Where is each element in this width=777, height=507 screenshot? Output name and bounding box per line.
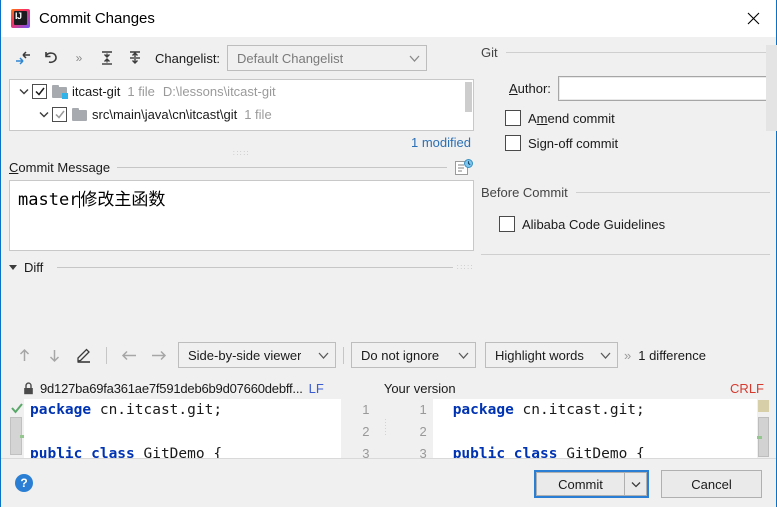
- previous-difference-icon[interactable]: [9, 342, 39, 368]
- chevron-down-icon: [399, 55, 420, 62]
- tree-row[interactable]: src\main\java\cn\itcast\git 1 file: [10, 103, 473, 126]
- author-row: Author:: [481, 76, 770, 101]
- diff-file-headers: 9d127ba69fa361ae7f591deb6b9d07660debff..…: [9, 377, 770, 399]
- chevron-down-icon: [308, 352, 329, 359]
- line-number: 1: [362, 402, 370, 417]
- amend-commit-checkbox-row[interactable]: Amend commit: [481, 110, 770, 126]
- close-icon[interactable]: [730, 0, 776, 37]
- tree-node-count: 1 file: [244, 107, 272, 122]
- expand-all-icon[interactable]: [93, 45, 121, 71]
- collapse-to-left-icon[interactable]: [9, 45, 37, 71]
- commit-message-label: Commit Message: [9, 160, 111, 175]
- diff-toolbar: Side-by-side viewer Do not ignore Highli…: [9, 338, 770, 372]
- ignore-mode-value: Do not ignore: [361, 347, 440, 363]
- folder-icon: [52, 85, 68, 99]
- tree-node-name: src\main\java\cn\itcast\git: [92, 107, 238, 122]
- chevron-down-icon: [590, 352, 611, 359]
- changelist-label: Changelist:: [155, 51, 220, 66]
- author-label: Author:: [509, 81, 551, 96]
- alibaba-guidelines-label: Alibaba Code Guidelines: [522, 216, 666, 232]
- amend-commit-checkbox[interactable]: [505, 110, 521, 126]
- amend-commit-label: Amend commit: [528, 110, 615, 126]
- cancel-button[interactable]: Cancel: [661, 470, 762, 498]
- changes-toolbar: » Changelist: Default Changelist: [9, 41, 474, 75]
- commit-changes-dialog: Commit Changes: [0, 0, 777, 507]
- commit-message-history-icon[interactable]: [455, 159, 474, 176]
- changelist-dropdown[interactable]: Default Changelist: [227, 45, 428, 71]
- chevron-down-icon[interactable]: [625, 472, 647, 496]
- splitter-handle[interactable]: :::::: [9, 150, 474, 157]
- chevron-down-icon: [448, 352, 469, 359]
- tree-node-name: itcast-git: [72, 84, 121, 99]
- before-commit-section-header: Before Commit: [481, 185, 770, 200]
- difference-count: 1 difference: [638, 347, 706, 363]
- more-actions-icon[interactable]: »: [624, 348, 631, 363]
- line-number: 1: [419, 402, 427, 417]
- tree-scrollbar[interactable]: [464, 80, 473, 130]
- chevron-down-icon[interactable]: [16, 88, 32, 95]
- dialog-content: » Changelist: Default Changelist itcast-…: [1, 37, 777, 507]
- commit-message-input[interactable]: master修改主函数: [9, 180, 474, 251]
- dialog-button-bar: ? Commit Cancel: [1, 458, 776, 507]
- right-column: Git Author: Amend commit Sign-off commit…: [481, 45, 777, 255]
- action-buttons: Commit Cancel: [534, 470, 762, 498]
- chevron-down-icon[interactable]: [36, 111, 52, 118]
- changelist-value: Default Changelist: [237, 50, 344, 66]
- right-line-separator: CRLF: [730, 380, 764, 396]
- tree-checkbox[interactable]: [32, 84, 47, 99]
- alibaba-guidelines-checkbox-row[interactable]: Alibaba Code Guidelines: [481, 216, 770, 232]
- check-icon: [11, 402, 23, 417]
- window-title: Commit Changes: [39, 10, 155, 27]
- commit-split-button[interactable]: Commit: [534, 470, 649, 498]
- collapse-all-icon[interactable]: [121, 45, 149, 71]
- intellij-idea-logo-icon: [11, 9, 30, 28]
- line-number: 2: [362, 424, 370, 439]
- apply-left-icon[interactable]: [114, 342, 144, 368]
- git-section-label: Git: [481, 45, 498, 60]
- commit-message-text: master修改主函数: [18, 190, 166, 210]
- tree-node-path: D:\lessons\itcast-git: [162, 84, 276, 99]
- next-difference-icon[interactable]: [39, 342, 69, 368]
- changelist-label-text: Changelist:: [155, 50, 221, 66]
- divider: [481, 254, 770, 255]
- tree-row[interactable]: itcast-git 1 file D:\lessons\itcast-git: [10, 80, 473, 103]
- commit-message-section-header: Commit Message: [9, 159, 474, 176]
- viewer-mode-dropdown[interactable]: Side-by-side viewer: [178, 342, 336, 368]
- chevron-down-icon[interactable]: [9, 265, 17, 270]
- right-panel-scrollbar[interactable]: [766, 45, 777, 131]
- change-range-marker: [10, 417, 25, 455]
- sign-off-commit-checkbox-row[interactable]: Sign-off commit: [481, 135, 770, 151]
- highlight-mode-dropdown[interactable]: Highlight words: [485, 342, 618, 368]
- commit-button[interactable]: Commit: [536, 472, 625, 496]
- ignore-mode-dropdown[interactable]: Do not ignore: [351, 342, 476, 368]
- diff-section-header[interactable]: Diff :::::: [9, 260, 474, 275]
- lock-icon: [23, 381, 34, 395]
- modified-count: 1 modified: [411, 135, 471, 150]
- tree-node-count: 1 file: [127, 84, 155, 99]
- line-number: 2: [419, 424, 427, 439]
- viewer-mode-value: Side-by-side viewer: [188, 347, 302, 363]
- changed-files-tree[interactable]: itcast-git 1 file D:\lessons\itcast-git …: [9, 79, 474, 131]
- alibaba-guidelines-checkbox[interactable]: [499, 216, 515, 232]
- sign-off-commit-checkbox[interactable]: [505, 135, 521, 151]
- edit-source-icon[interactable]: [69, 342, 99, 368]
- right-file-title: Your version: [383, 380, 456, 396]
- more-actions-icon[interactable]: »: [65, 45, 93, 71]
- git-section-header: Git: [481, 45, 770, 60]
- left-line-separator: LF: [308, 380, 324, 396]
- revert-icon[interactable]: [37, 45, 65, 71]
- help-icon[interactable]: ?: [15, 474, 33, 492]
- apply-right-icon[interactable]: [144, 342, 174, 368]
- diff-label: Diff: [24, 260, 44, 275]
- tree-checkbox[interactable]: [52, 107, 67, 122]
- folder-icon: [72, 108, 87, 121]
- title-bar: Commit Changes: [1, 0, 776, 37]
- sign-off-commit-label: Sign-off commit: [528, 135, 619, 151]
- author-input[interactable]: [557, 76, 770, 101]
- highlight-mode-value: Highlight words: [495, 347, 584, 363]
- left-column: » Changelist: Default Changelist itcast-…: [9, 41, 474, 275]
- before-commit-section-label: Before Commit: [481, 185, 568, 200]
- left-revision-hash: 9d127ba69fa361ae7f591deb6b9d07660debff..…: [40, 380, 303, 396]
